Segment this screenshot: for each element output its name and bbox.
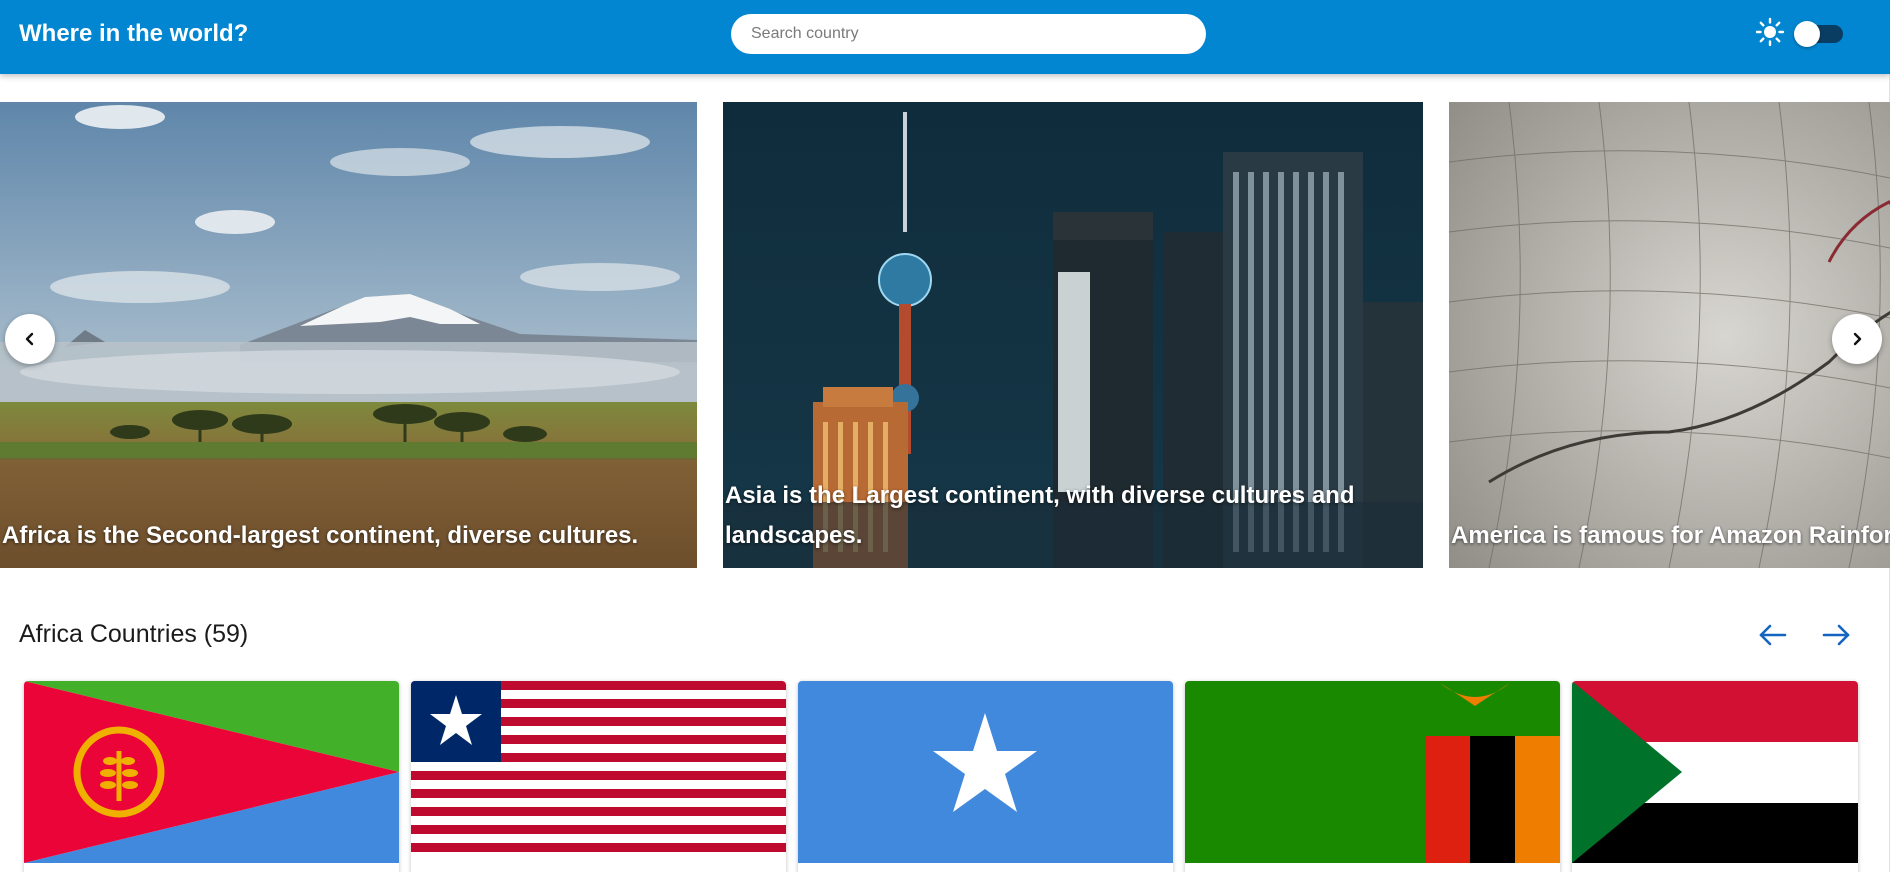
slide-caption: Africa is the Second-largest continent, …: [2, 522, 639, 549]
arrow-right-icon[interactable]: [1818, 620, 1854, 650]
country-card-liberia[interactable]: [411, 681, 786, 872]
top-app-bar: Where in the world?: [0, 0, 1890, 74]
theme-toggle[interactable]: [1794, 21, 1843, 47]
search-box: [731, 14, 1206, 54]
vintage-map-image: [1449, 102, 1890, 568]
app-title: Where in the world?: [19, 20, 249, 47]
country-card-somalia[interactable]: [798, 681, 1173, 872]
carousel-prev-button[interactable]: [5, 314, 55, 364]
sun-icon[interactable]: [1755, 17, 1785, 47]
liberia-flag: [411, 681, 786, 863]
zambia-flag: [1185, 681, 1560, 863]
slide-america[interactable]: America is famous for Amazon Rainforest,…: [1449, 102, 1890, 568]
arrow-left-icon[interactable]: [1755, 620, 1791, 650]
country-card-eritrea[interactable]: [24, 681, 399, 872]
country-card-zambia[interactable]: [1185, 681, 1560, 872]
search-input[interactable]: [731, 14, 1206, 54]
section-title: Africa Countries (59): [19, 620, 249, 648]
carousel-next-button[interactable]: [1832, 314, 1882, 364]
page: Where in the world? Search country Afric…: [0, 0, 1890, 872]
slide-asia[interactable]: Asia is the Largest continent, with dive…: [723, 102, 1423, 568]
slide-africa[interactable]: Africa is the Second-largest continent, …: [0, 102, 697, 568]
continent-carousel: Africa is the Second-largest continent, …: [0, 102, 1890, 568]
kilimanjaro-image: [0, 102, 697, 568]
somalia-flag: [798, 681, 1173, 863]
chevron-left-icon: [25, 332, 34, 346]
eritrea-flag: [24, 681, 399, 863]
sudan-flag: [1572, 681, 1858, 863]
toggle-knob: [1794, 21, 1820, 47]
slide-caption: America is famous for Amazon Rainforest,…: [1451, 522, 1890, 549]
country-card-sudan[interactable]: [1572, 681, 1858, 872]
chevron-right-icon: [1853, 332, 1862, 346]
slide-caption: Asia is the Largest continent, with dive…: [725, 482, 1355, 549]
